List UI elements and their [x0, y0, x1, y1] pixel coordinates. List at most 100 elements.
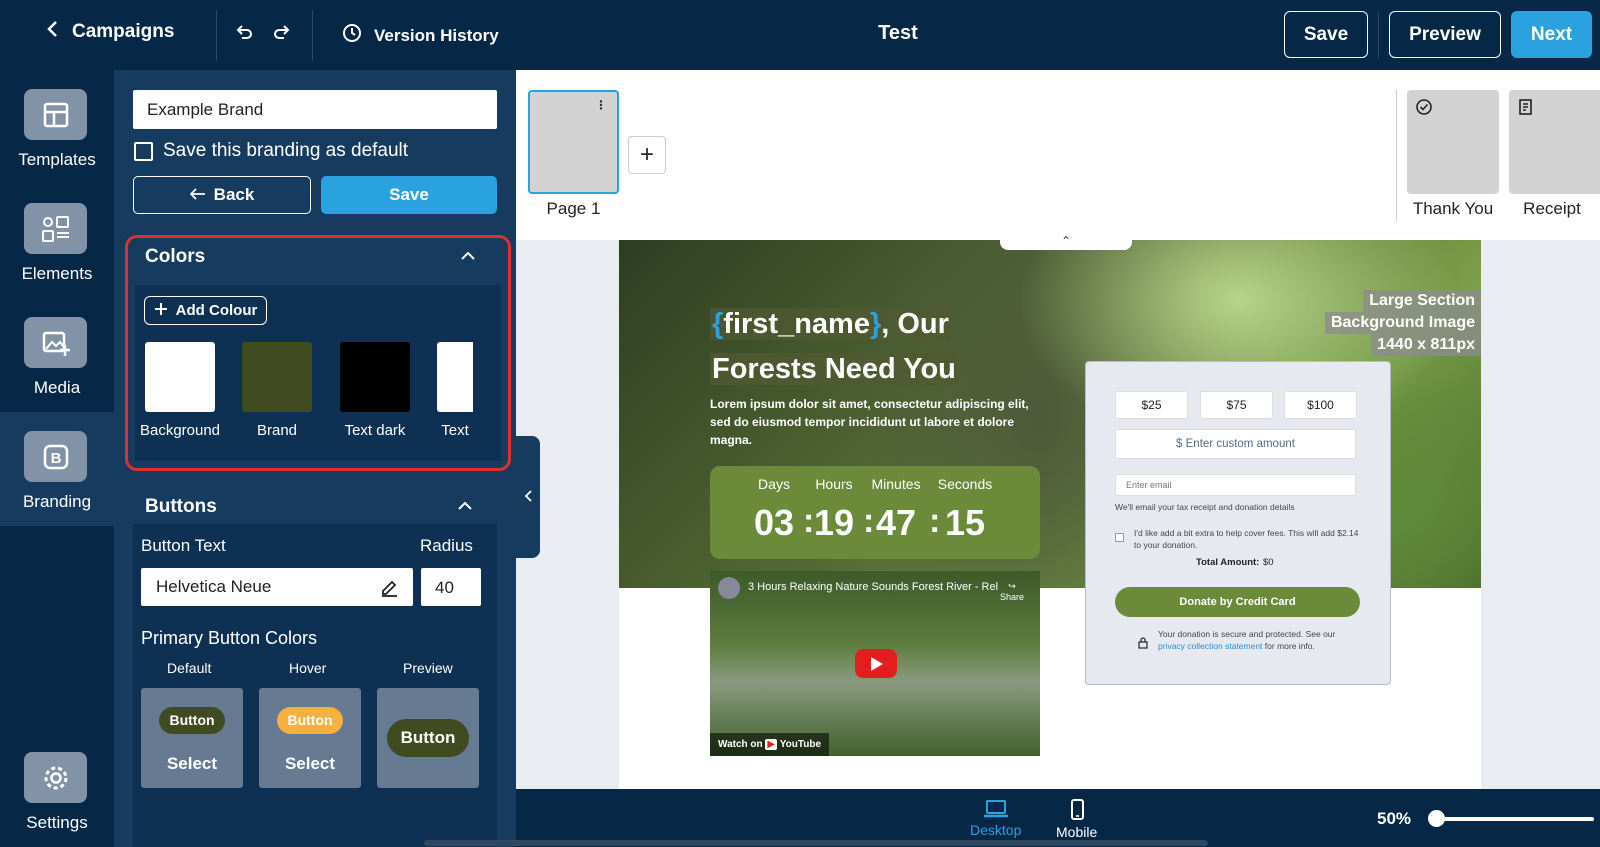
thank-you-thumbnail[interactable] — [1407, 90, 1499, 194]
preview-button[interactable]: Preview — [1389, 11, 1501, 58]
buttons-title[interactable]: Buttons — [145, 496, 217, 518]
swatch-background[interactable] — [145, 342, 215, 412]
amount-button[interactable]: $100 — [1284, 391, 1357, 419]
horizontal-scrollbar[interactable] — [424, 840, 1208, 846]
rail-item-branding[interactable]: B Branding — [0, 412, 114, 526]
countdown-label: Minutes — [871, 476, 921, 492]
share-icon: ↪ — [1008, 581, 1016, 591]
swatch-brand[interactable] — [242, 342, 312, 412]
countdown-timer[interactable]: Days Hours Minutes Seconds 03 : 19 : 47 … — [710, 466, 1040, 559]
zoom-slider-handle[interactable] — [1428, 810, 1445, 827]
countdown-hours: 19 — [813, 502, 855, 543]
font-input[interactable]: Helvetica Neue — [141, 568, 413, 606]
bg-tag-line: Background Image — [1324, 312, 1481, 334]
rail-label: Branding — [22, 492, 92, 511]
plus-icon — [154, 302, 168, 320]
swatch-text-dark[interactable] — [340, 342, 410, 412]
background-size-tag: Large Section Background Image 1440 x 81… — [1311, 290, 1481, 356]
default-color-cell[interactable]: Button Select — [141, 688, 243, 788]
chevron-up-icon[interactable] — [461, 248, 475, 264]
email-note: We'll email your tax receipt and donatio… — [1115, 502, 1295, 512]
checkbox[interactable] — [134, 141, 153, 161]
back-button[interactable]: Back — [133, 176, 311, 214]
swatch-label: Brand — [256, 422, 298, 439]
swatch-text[interactable] — [437, 342, 473, 412]
thank-you-label: Thank You — [1412, 199, 1494, 218]
plus-icon: + — [639, 141, 654, 168]
chevron-left-icon — [524, 489, 532, 505]
email-input[interactable]: Enter email — [1115, 474, 1356, 496]
save-default-checkbox[interactable]: Save this branding as default — [134, 140, 408, 162]
donation-form[interactable]: $25 $75 $100 $ Enter custom amount Enter… — [1085, 361, 1391, 685]
zoom-level: 50% — [1377, 809, 1412, 828]
preview-cell: Button — [377, 688, 479, 788]
mobile-view-button[interactable]: Mobile — [1056, 799, 1097, 840]
page-canvas: {first_name}, Our Forests Need You Lorem… — [619, 240, 1481, 789]
divider — [1378, 12, 1379, 58]
secure-note: Your donation is secure and protected. S… — [1158, 628, 1358, 652]
countdown-label: Seconds — [937, 476, 993, 492]
privacy-link[interactable]: privacy collection statement — [1158, 641, 1262, 651]
rail-item-settings[interactable]: Settings — [0, 733, 114, 847]
first-name-token: first_name — [723, 308, 870, 340]
watch-on-label: Watch on — [718, 739, 763, 750]
desktop-view-button[interactable]: Desktop — [970, 799, 1021, 838]
youtube-label: YouTube — [779, 739, 822, 750]
lock-icon — [1138, 636, 1148, 654]
cover-fees-checkbox[interactable] — [1115, 533, 1124, 542]
rail-item-templates[interactable]: Templates — [0, 70, 114, 184]
rail-label: Elements — [21, 264, 93, 283]
video-title[interactable]: 3 Hours Relaxing Nature Sounds Forest Ri… — [748, 581, 998, 593]
rail-label: Media — [33, 378, 81, 397]
video-embed[interactable]: 3 Hours Relaxing Nature Sounds Forest Ri… — [710, 571, 1040, 756]
select-default[interactable]: Select — [141, 754, 243, 774]
mobile-label: Mobile — [1056, 824, 1098, 840]
chevron-up-icon[interactable] — [458, 498, 472, 514]
check-circle-icon — [1415, 98, 1433, 121]
add-colour-button[interactable]: Add Colour — [144, 296, 267, 325]
donate-button[interactable]: Donate by Credit Card — [1115, 587, 1360, 617]
next-button[interactable]: Next — [1511, 11, 1592, 58]
receipt-thumbnail[interactable] — [1509, 90, 1600, 194]
page-thumbnail-1[interactable]: ⋮ — [528, 90, 619, 194]
svg-text:B: B — [50, 450, 61, 467]
brand-name-input[interactable]: Example Brand — [133, 90, 497, 129]
collapse-panel-button[interactable] — [516, 436, 540, 558]
divider — [1396, 90, 1397, 220]
collapse-canvas-tab[interactable]: ⌃ — [1000, 234, 1132, 250]
rail-item-elements[interactable]: Elements — [0, 184, 114, 298]
radius-input[interactable]: 40 — [421, 568, 481, 606]
more-vertical-icon[interactable]: ⋮ — [595, 98, 607, 112]
amount-button[interactable]: $25 — [1115, 391, 1188, 419]
back-label: Back — [213, 185, 255, 204]
rail-item-media[interactable]: Media — [0, 298, 114, 412]
hero-body-text[interactable]: Lorem ipsum dolor sit amet, consectetur … — [710, 395, 1034, 449]
save-button[interactable]: Save — [1284, 11, 1368, 58]
preview-button-sample: Button — [387, 719, 469, 757]
rail-label: Templates — [18, 150, 96, 169]
amount-button[interactable]: $75 — [1200, 391, 1273, 419]
radius-label: Radius — [420, 536, 473, 555]
watch-on-youtube[interactable]: Watch on ▶ YouTube — [710, 733, 830, 756]
custom-amount-input[interactable]: $ Enter custom amount — [1115, 429, 1356, 459]
hover-color-cell[interactable]: Button Select — [259, 688, 361, 788]
swatch-label: Background — [139, 422, 221, 439]
add-page-button[interactable]: + — [628, 136, 666, 174]
add-colour-label: Add Colour — [175, 302, 258, 319]
countdown-minutes: 47 — [875, 502, 917, 543]
secure-text: Your donation is secure and protected. S… — [1158, 629, 1336, 639]
select-hover[interactable]: Select — [259, 754, 361, 774]
share-button[interactable]: ↪ Share — [1000, 581, 1024, 602]
hover-label: Hover — [289, 660, 327, 676]
hero-title[interactable]: {first_name}, Our Forests Need You — [710, 302, 970, 392]
zoom-slider[interactable] — [1435, 817, 1594, 821]
primary-colors-label: Primary Button Colors — [141, 628, 318, 648]
panel-save-button[interactable]: Save — [321, 176, 497, 214]
branding-panel: Example Brand Save this branding as defa… — [114, 70, 516, 847]
pencil-icon[interactable] — [379, 577, 399, 602]
add-image-icon — [24, 317, 87, 368]
play-icon[interactable] — [855, 649, 897, 678]
title-line-2: Forests Need You — [710, 353, 958, 385]
left-rail: Templates Elements Media B Branding Sett… — [0, 70, 114, 847]
colors-title[interactable]: Colors — [145, 246, 205, 268]
